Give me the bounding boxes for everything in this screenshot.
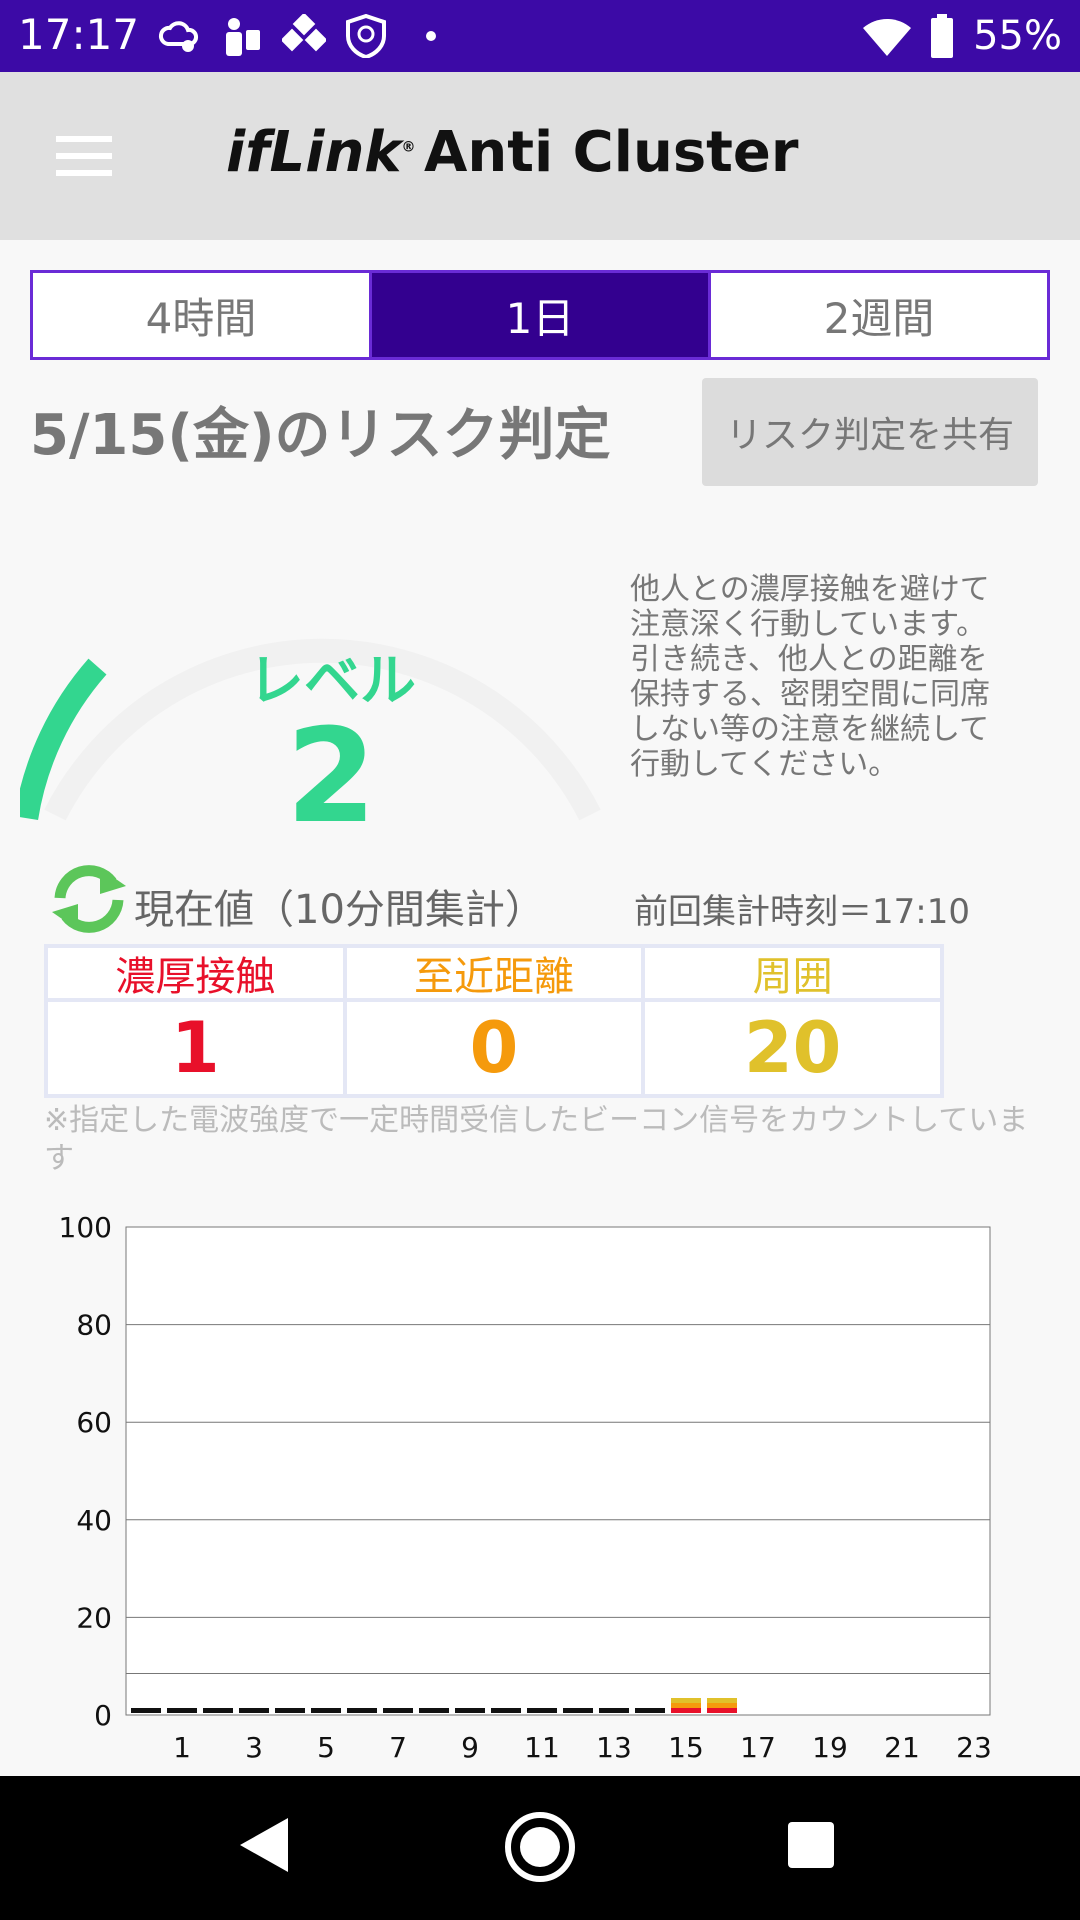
risk-title: 5/15(金)のリスク判定	[30, 403, 611, 468]
stat-label: 周囲	[645, 948, 941, 1002]
app-title: Anti Cluster	[424, 120, 799, 185]
chart-bar	[635, 1708, 665, 1713]
chart-bar	[347, 1708, 377, 1713]
contact-history-chart: 0204060801001 3 5 7 9 11 13 15 17 19 21 23	[59, 1211, 992, 1764]
brand-logo: ifLink®	[226, 120, 416, 185]
chart-bar	[239, 1708, 269, 1713]
back-icon[interactable]	[240, 1818, 288, 1872]
current-value-label: 現在値（10分間集計）	[134, 887, 545, 933]
beacon-count-note: ※指定した電波強度で一定時間受信したビーコン信号をカウントしています	[44, 1103, 1029, 1176]
status-bar: 17:17 55%	[0, 0, 1080, 72]
x-tick-label: 23	[956, 1731, 992, 1764]
share-risk-button[interactable]: リスク判定を共有	[702, 378, 1038, 486]
y-tick-label: 40	[76, 1504, 112, 1537]
y-tick-label: 80	[76, 1309, 112, 1342]
cubes-icon	[282, 14, 326, 52]
chart-bar	[311, 1708, 341, 1713]
tab-1-day[interactable]: 1日	[372, 273, 711, 357]
y-tick-label: 100	[59, 1211, 112, 1244]
x-tick-label: 9	[461, 1731, 479, 1764]
contact-stats-table: 濃厚接触 1 至近距離 0 周囲 20	[44, 944, 944, 1098]
stat-surrounding: 周囲 20	[645, 948, 941, 1094]
chart-bar	[527, 1708, 557, 1713]
app-bar: ifLink® Anti Cluster	[0, 72, 1080, 240]
chart-bar	[599, 1708, 629, 1713]
x-tick-label: 19	[812, 1731, 848, 1764]
chart-bar	[203, 1708, 233, 1713]
x-tick-label: 5	[317, 1731, 335, 1764]
chart-bar	[707, 1698, 737, 1703]
status-time: 17:17	[18, 10, 140, 59]
chart-bar	[707, 1703, 737, 1708]
navigation-bar	[0, 1776, 1080, 1920]
x-tick-label: 11	[524, 1731, 560, 1764]
stat-close-contact: 濃厚接触 1	[48, 948, 347, 1094]
battery-percentage: 55%	[973, 13, 1062, 59]
chart-bar	[167, 1708, 197, 1713]
x-tick-label: 7	[389, 1731, 407, 1764]
chart-bar	[383, 1708, 413, 1713]
x-tick-label: 3	[245, 1731, 263, 1764]
refresh-icon[interactable]	[46, 860, 132, 938]
notification-icons	[158, 10, 436, 62]
period-tabs: 4時間 1日 2週間	[30, 270, 1050, 360]
chart-bar	[419, 1708, 449, 1713]
chart-bar	[671, 1703, 701, 1708]
hamburger-menu-icon[interactable]	[56, 136, 112, 176]
battery-icon	[931, 14, 954, 58]
system-status: 55%	[863, 10, 1062, 62]
stat-value: 0	[469, 1007, 519, 1089]
home-icon[interactable]	[505, 1812, 575, 1882]
shield-icon	[346, 14, 386, 58]
x-tick-label: 17	[740, 1731, 776, 1764]
advice-text: 他人との濃厚接触を避けて注意深く行動しています。引き続き、他人との距離を保持する…	[630, 572, 990, 782]
tab-2-weeks[interactable]: 2週間	[711, 273, 1047, 357]
bluetooth-speaker-icon	[226, 18, 260, 56]
stat-value: 1	[170, 1007, 220, 1089]
stat-label: 濃厚接触	[48, 948, 343, 1002]
chart-bar	[131, 1708, 161, 1713]
stat-value: 20	[743, 1007, 842, 1089]
tab-4-hours[interactable]: 4時間	[33, 273, 372, 357]
chart-bar	[671, 1708, 701, 1713]
chart-bar	[671, 1698, 701, 1703]
wifi-icon	[863, 19, 912, 56]
x-tick-label: 13	[596, 1731, 632, 1764]
x-tick-label: 1	[173, 1731, 191, 1764]
stat-label: 至近距離	[346, 948, 642, 1002]
plot-area	[125, 1226, 991, 1716]
dot-icon	[426, 31, 436, 41]
cloud-settings-icon	[158, 21, 199, 52]
y-tick-label: 60	[76, 1406, 112, 1439]
chart-bar	[455, 1708, 485, 1713]
x-tick-label: 21	[884, 1731, 920, 1764]
stat-proximity: 至近距離 0	[346, 948, 646, 1094]
chart-bar	[707, 1708, 737, 1713]
level-value: 2	[286, 700, 377, 852]
chart-bar	[491, 1708, 521, 1713]
recent-apps-icon[interactable]	[788, 1822, 834, 1868]
previous-aggregation-time: 前回集計時刻＝17:10	[634, 892, 970, 932]
y-tick-label: 0	[94, 1699, 112, 1732]
y-tick-label: 20	[76, 1601, 112, 1634]
x-tick-label: 15	[668, 1731, 704, 1764]
chart-bar	[275, 1708, 305, 1713]
chart-bar	[563, 1708, 593, 1713]
